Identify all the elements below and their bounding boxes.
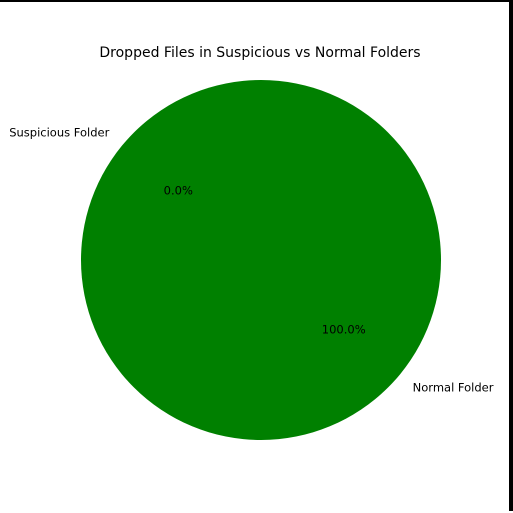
pie-slices bbox=[81, 80, 441, 440]
slice-label-normal-folder: Normal Folder bbox=[413, 380, 494, 394]
slice-label-suspicious-folder: Suspicious Folder bbox=[9, 126, 109, 140]
chart-frame: Dropped Files in Suspicious vs Normal Fo… bbox=[0, 0, 513, 511]
pie-slice-normal-folder bbox=[81, 80, 441, 440]
chart-title: Dropped Files in Suspicious vs Normal Fo… bbox=[99, 45, 420, 61]
pie-chart: Dropped Files in Suspicious vs Normal Fo… bbox=[9, 45, 494, 440]
pct-label-normal-folder: 100.0% bbox=[322, 322, 366, 336]
pct-label-suspicious-folder: 0.0% bbox=[164, 184, 193, 198]
